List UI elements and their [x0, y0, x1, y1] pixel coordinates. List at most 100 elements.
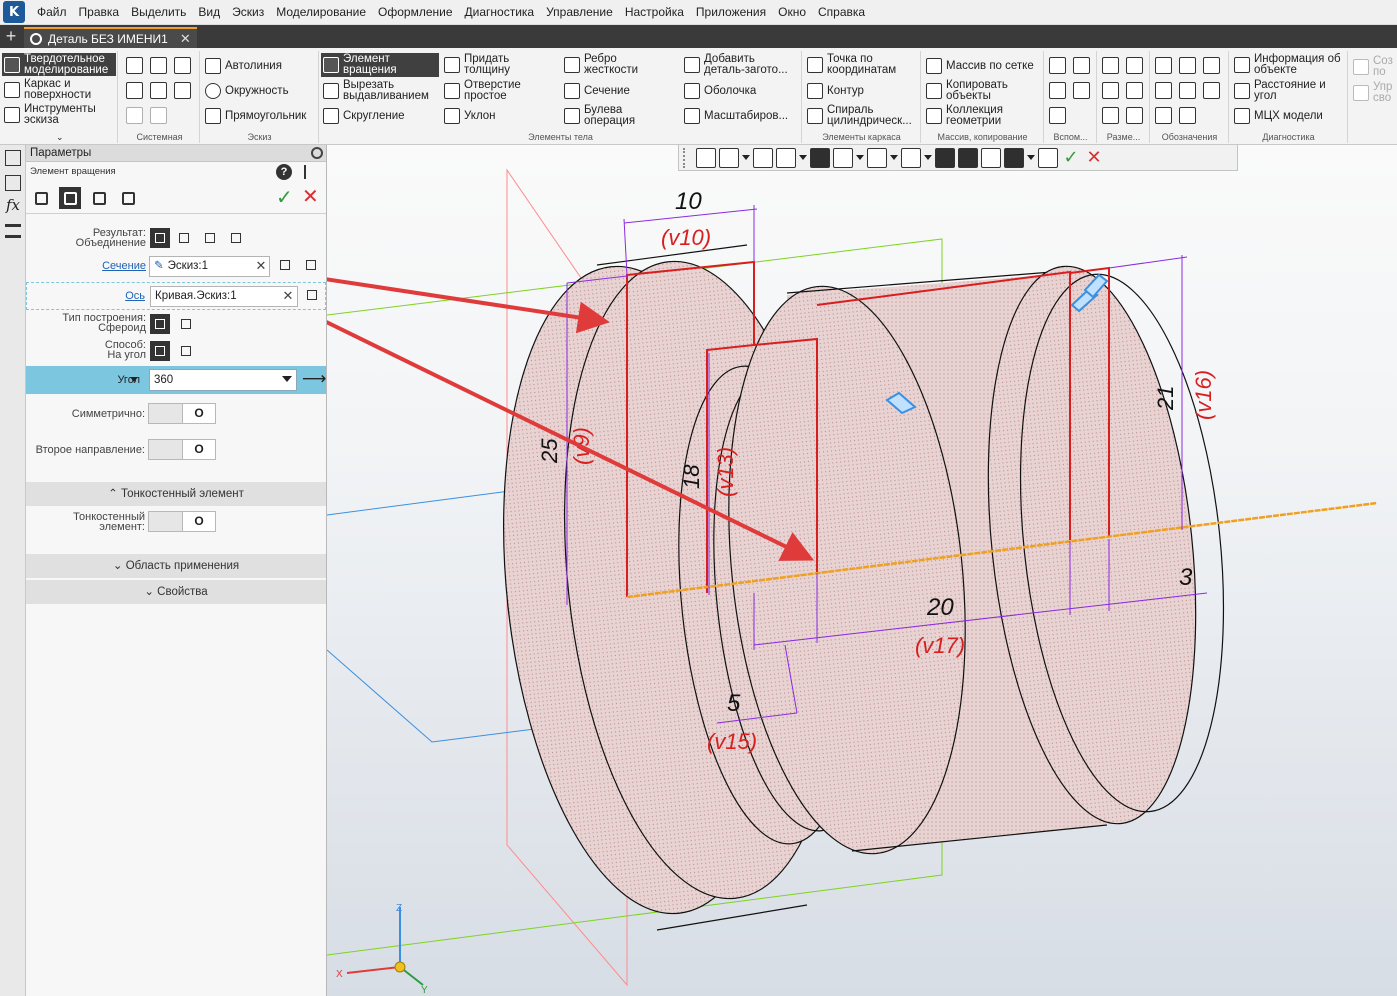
angle-dropdown-icon[interactable]: [282, 376, 292, 382]
scope-section-header[interactable]: ⌄ Область применения: [26, 554, 326, 578]
clear-axis-icon[interactable]: ✕: [281, 289, 295, 303]
mode-solid-modeling[interactable]: Твердотельное моделирование: [2, 53, 116, 76]
pan-icon[interactable]: [753, 147, 773, 168]
mark-icon[interactable]: [1179, 82, 1196, 99]
open-folder-icon[interactable]: [150, 57, 167, 74]
layers-icon[interactable]: [5, 224, 21, 238]
autoline-button[interactable]: Автолиния: [205, 57, 317, 75]
properties-section-header[interactable]: ⌄ Свойства: [26, 580, 326, 604]
method-to-object-button[interactable]: [176, 341, 196, 361]
help-icon[interactable]: ?: [276, 164, 292, 180]
aux-offset-icon[interactable]: [1073, 82, 1090, 99]
close-tab-icon[interactable]: ✕: [180, 31, 191, 47]
cylindrical-spiral-button[interactable]: Спираль цилиндрическ...: [807, 104, 919, 128]
display-dropdown-icon[interactable]: [856, 155, 864, 160]
menu-edit[interactable]: Правка: [73, 0, 126, 25]
result-intersect-button[interactable]: [226, 228, 246, 248]
menu-modeling[interactable]: Моделирование: [270, 0, 372, 25]
model-viewport[interactable]: 10 (v10) 25 (v9) 18 (v13) 21 (v16) 20 (v…: [327, 145, 1397, 996]
orientation-dropdown-icon[interactable]: [799, 155, 807, 160]
variables-icon[interactable]: fx: [5, 198, 21, 215]
menu-help[interactable]: Справка: [812, 0, 871, 25]
axis-field[interactable]: Кривая.Эскиз:1: [150, 286, 298, 307]
toolbar-grip-icon[interactable]: [683, 147, 693, 168]
section-label[interactable]: Сечение: [102, 261, 146, 272]
sketch-edit-icon[interactable]: [276, 256, 296, 276]
dim-20-label[interactable]: 20: [926, 594, 954, 621]
zoom-dropdown-icon[interactable]: [742, 155, 750, 160]
menu-file[interactable]: Файл: [31, 0, 73, 25]
revolve-element-button[interactable]: Элемент вращения: [321, 53, 439, 77]
filter-dropdown-icon[interactable]: [1027, 155, 1035, 160]
section-view-icon[interactable]: [901, 147, 921, 168]
menu-window[interactable]: Окно: [772, 0, 812, 25]
ribbon-expand-icon[interactable]: ⌄: [56, 132, 64, 143]
thin-wall-toggle[interactable]: O: [148, 511, 216, 532]
angle-unit-dropdown-icon[interactable]: [130, 377, 138, 382]
rib-button[interactable]: Ребро жесткости: [564, 53, 676, 77]
app-logo-icon[interactable]: K: [3, 1, 25, 23]
dim-25-label[interactable]: 25: [537, 438, 562, 464]
dim-5-label[interactable]: 5: [727, 690, 741, 717]
dim-10-label[interactable]: 10: [675, 188, 702, 215]
section-button[interactable]: Сечение: [564, 82, 676, 100]
dim-diameter-icon[interactable]: [1126, 82, 1143, 99]
zoom-icon[interactable]: [719, 147, 739, 168]
new-file-icon[interactable]: [126, 57, 143, 74]
aux-plane-icon[interactable]: [1049, 57, 1066, 74]
print-icon[interactable]: [126, 82, 143, 99]
undo-icon[interactable]: [126, 107, 143, 124]
menu-select[interactable]: Выделить: [125, 0, 192, 25]
weld-icon[interactable]: [1155, 107, 1172, 124]
model-tree-icon[interactable]: [5, 150, 21, 166]
geometry-collection-button[interactable]: Коллекция геометрии: [926, 104, 1044, 128]
axis-pick-icon[interactable]: [303, 286, 323, 306]
cancel-button[interactable]: ✕: [302, 184, 319, 209]
clipboard-icon[interactable]: [150, 82, 167, 99]
dim-angle-icon[interactable]: [1126, 57, 1143, 74]
copy-objects-button[interactable]: Копировать объекты: [926, 79, 1044, 103]
object-info-button[interactable]: Информация об объекте: [1234, 53, 1348, 77]
distance-angle-button[interactable]: Расстояние и угол: [1234, 79, 1348, 103]
tab-properties[interactable]: [117, 187, 139, 209]
point-by-coords-button[interactable]: Точка по координатам: [807, 53, 919, 77]
tab-parameters[interactable]: [30, 187, 52, 209]
redo-icon[interactable]: [150, 107, 167, 124]
menu-manage[interactable]: Управление: [540, 0, 619, 25]
hide-dropdown-icon[interactable]: [890, 155, 898, 160]
circle-button[interactable]: Окружность: [205, 82, 317, 100]
menu-apps[interactable]: Приложения: [690, 0, 772, 25]
tab-thin-wall[interactable]: [59, 187, 81, 209]
second-direction-toggle[interactable]: O: [148, 439, 216, 460]
dim-21-label[interactable]: 21: [1153, 386, 1178, 411]
scale-button[interactable]: Масштабиров...: [684, 107, 800, 125]
dim-auto-icon[interactable]: [1102, 107, 1119, 124]
fillet-button[interactable]: Скругление: [323, 107, 439, 125]
document-tab[interactable]: Деталь БЕЗ ИМЕНИ1 ✕: [24, 27, 197, 48]
trim-icon[interactable]: [958, 147, 978, 168]
grid-array-button[interactable]: Массив по сетке: [926, 57, 1044, 75]
menu-view[interactable]: Вид: [192, 0, 226, 25]
tolerance-icon[interactable]: [1155, 82, 1172, 99]
save-icon[interactable]: [174, 57, 191, 74]
thicken-button[interactable]: Придать толщину: [444, 53, 556, 77]
build-type-spheroid-button[interactable]: [150, 314, 170, 334]
rectangle-button[interactable]: Прямоугольник: [205, 107, 317, 125]
aux-axis-icon[interactable]: [1073, 57, 1090, 74]
menu-diagnostics[interactable]: Диагностика: [459, 0, 541, 25]
orientation-icon[interactable]: [776, 147, 796, 168]
tree-structure-icon[interactable]: [304, 165, 316, 179]
hide-icon[interactable]: [867, 147, 887, 168]
result-subtract-button[interactable]: [200, 228, 220, 248]
tab-scope[interactable]: [88, 187, 110, 209]
gear-icon[interactable]: [311, 147, 323, 159]
aux-line-icon[interactable]: [1049, 82, 1066, 99]
view-cancel-button[interactable]: ✕: [1084, 147, 1104, 168]
shell-button[interactable]: Оболочка: [684, 82, 800, 100]
mode-frame-surfaces[interactable]: Каркас и поверхности: [2, 78, 116, 101]
aux-slope-icon[interactable]: [1049, 107, 1066, 124]
thin-wall-section-header[interactable]: ⌃ Тонкостенный элемент: [26, 482, 326, 506]
clear-section-icon[interactable]: ✕: [254, 259, 268, 273]
section-field[interactable]: ✎ Эскиз:1: [149, 256, 270, 277]
manage-button-cutoff[interactable]: Упр сво: [1353, 81, 1397, 105]
